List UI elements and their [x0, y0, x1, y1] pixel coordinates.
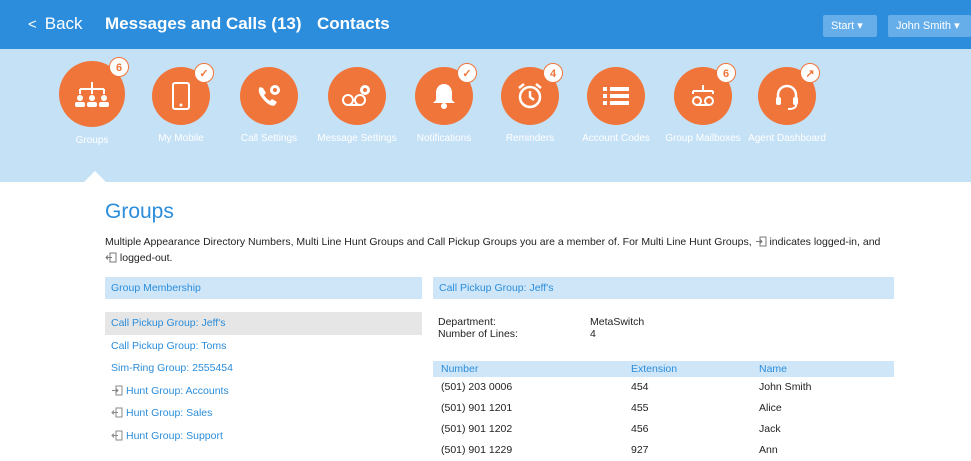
logout-icon	[105, 252, 117, 267]
number-cell: (501) 901 1202	[441, 423, 513, 435]
department-label: Department:	[438, 316, 496, 328]
start-button[interactable]: Start ▾	[823, 15, 877, 37]
notifications-badge: ✓	[457, 63, 477, 83]
feature-groups[interactable]: 6 Groups	[52, 57, 132, 147]
feature-agent-dashboard[interactable]: ↗ Agent Dashboard	[747, 63, 827, 145]
back-label: Back	[44, 14, 83, 33]
agent-dashboard-badge: ↗	[800, 63, 820, 83]
feature-my-mobile[interactable]: ✓ My Mobile	[141, 63, 221, 145]
feature-label: Notifications	[416, 133, 472, 144]
department-value: MetaSwitch	[590, 316, 645, 328]
number-cell: (501) 203 0006	[441, 381, 513, 393]
list-item-label: Sim-Ring Group: 2555454	[111, 362, 233, 374]
list-item[interactable]: Hunt Group: Sales	[105, 402, 422, 425]
groups-badge: 6	[109, 57, 129, 77]
user-label: John Smith	[896, 20, 952, 32]
feature-label: Call Settings	[240, 133, 298, 144]
table-row: (501) 203 0006 454 John Smith	[433, 377, 894, 398]
voicemail-icon: 6	[674, 63, 736, 125]
lines-table: Number Extension Name (501) 203 0006 454…	[433, 361, 894, 461]
contacts-link[interactable]: Contacts	[317, 14, 390, 34]
login-icon	[755, 236, 767, 251]
extension-cell: 455	[631, 402, 649, 414]
name-cell: Jack	[759, 423, 781, 435]
feature-label: Agent Dashboard	[748, 133, 826, 144]
lines-label: Number of Lines:	[438, 328, 518, 340]
column-header[interactable]: Name	[759, 361, 894, 377]
headset-icon: ↗	[758, 63, 820, 125]
name-cell: Ann	[759, 444, 778, 456]
column-header[interactable]: Number	[433, 361, 631, 377]
user-menu-button[interactable]: John Smith ▾	[888, 15, 971, 37]
list-item[interactable]: Hunt Group: Support	[105, 425, 422, 448]
message-settings-icon	[328, 67, 386, 125]
table-header: Number Extension Name	[433, 361, 894, 377]
mobile-badge: ✓	[194, 63, 214, 83]
column-header[interactable]: Extension	[631, 361, 759, 377]
back-button[interactable]: < Back	[28, 14, 83, 34]
table-row: (501) 901 1201 455 Alice	[433, 398, 894, 419]
feature-notifications[interactable]: ✓ Notifications	[404, 63, 484, 145]
reminders-badge: 4	[543, 63, 563, 83]
chevron-down-icon: ▾	[954, 20, 960, 32]
list-item-label: Hunt Group: Sales	[126, 407, 213, 419]
start-label: Start	[831, 20, 855, 32]
name-cell: John Smith	[759, 381, 812, 393]
group-membership-list: Call Pickup Group: Jeff's Call Pickup Gr…	[105, 312, 422, 447]
extension-cell: 454	[631, 381, 649, 393]
group-membership-header: Group Membership	[105, 277, 422, 299]
login-icon	[111, 382, 123, 405]
feature-label: Reminders	[505, 133, 555, 144]
logout-icon	[111, 427, 123, 450]
feature-label: Group Mailboxes	[665, 133, 741, 144]
feature-label: My Mobile	[158, 133, 204, 144]
chevron-down-icon: ▾	[857, 20, 863, 32]
mobile-icon: ✓	[152, 63, 214, 125]
groups-icon: 6	[59, 57, 129, 127]
top-bar: < Back Messages and Calls (13) Contacts S…	[0, 0, 971, 49]
group-mailboxes-badge: 6	[716, 63, 736, 83]
table-row: (501) 901 1202 456 Jack	[433, 419, 894, 440]
extension-cell: 927	[631, 444, 649, 456]
feature-group-mailboxes[interactable]: 6 Group Mailboxes	[663, 63, 743, 145]
call-settings-icon	[240, 67, 298, 125]
list-item-label: Hunt Group: Support	[126, 429, 223, 442]
feature-message-settings[interactable]: Message Settings	[317, 67, 397, 145]
feature-account-codes[interactable]: Account Codes	[576, 67, 656, 145]
chevron-left-icon: <	[28, 16, 37, 33]
table-row: (501) 901 1229 927 Ann	[433, 440, 894, 461]
list-item[interactable]: Sim-Ring Group: 2555454	[105, 357, 422, 380]
list-item-label: Call Pickup Group: Jeff's	[111, 317, 226, 329]
section-description: Multiple Appearance Directory Numbers, M…	[105, 235, 895, 267]
feature-strip: 6 Groups ✓ My Mobile Call Settings Messa…	[0, 49, 971, 182]
feature-label: Groups	[75, 135, 109, 146]
group-info: Department: MetaSwitch Number of Lines: 4	[438, 316, 644, 340]
section-heading: Groups	[105, 200, 174, 223]
logout-icon	[111, 404, 123, 427]
lines-value: 4	[590, 328, 596, 340]
number-cell: (501) 901 1201	[441, 402, 513, 414]
feature-label: Account Codes	[582, 133, 650, 144]
detail-header: Call Pickup Group: Jeff's	[433, 277, 894, 299]
list-icon	[587, 67, 645, 125]
desc-part1: Multiple Appearance Directory Numbers, M…	[105, 236, 752, 248]
desc-part2: indicates logged-in, and	[769, 236, 881, 248]
alarm-clock-icon: 4	[501, 63, 563, 125]
list-item-label: Hunt Group: Accounts	[126, 384, 229, 397]
list-item[interactable]: Call Pickup Group: Jeff's	[105, 312, 422, 335]
list-item[interactable]: Hunt Group: Accounts	[105, 380, 422, 403]
feature-label: Message Settings	[317, 133, 397, 144]
name-cell: Alice	[759, 402, 782, 414]
extension-cell: 456	[631, 423, 649, 435]
page-title[interactable]: Messages and Calls (13)	[105, 14, 302, 34]
feature-call-settings[interactable]: Call Settings	[229, 67, 309, 145]
feature-reminders[interactable]: 4 Reminders	[490, 63, 570, 145]
bell-icon: ✓	[415, 63, 477, 125]
list-item[interactable]: Call Pickup Group: Toms	[105, 335, 422, 358]
selected-pointer	[84, 171, 106, 182]
number-cell: (501) 901 1229	[441, 444, 513, 456]
desc-part3: logged-out.	[119, 252, 173, 264]
list-item-label: Call Pickup Group: Toms	[111, 339, 227, 352]
